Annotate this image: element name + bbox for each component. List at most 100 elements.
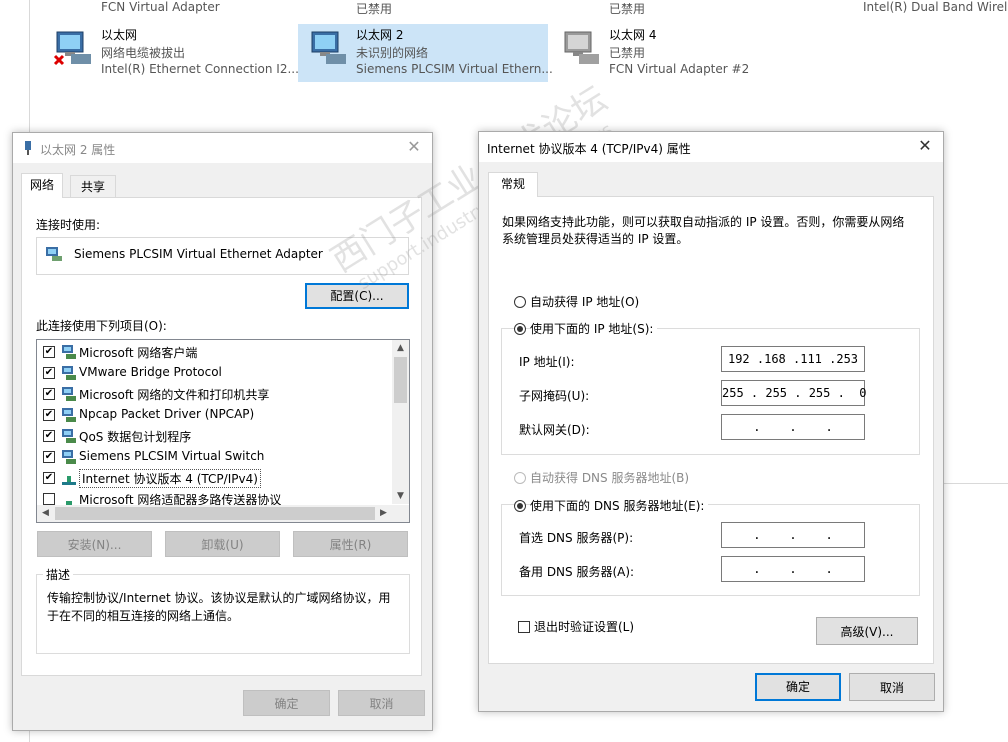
item-checkbox[interactable] [43,493,55,505]
top-adapter-4: Intel(R) Dual Band Wirele [863,0,1008,14]
top-adapter-1: FCN Virtual Adapter [101,0,220,14]
manual-dns-label: 使用下面的 DNS 服务器地址(E): [530,497,709,514]
item-label: Siemens PLCSIM Virtual Switch [79,449,265,463]
adapter-name: Siemens PLCSIM Virtual Ethernet Adapter [74,247,323,261]
item-checkbox[interactable]: ✔ [43,388,55,400]
item-checkbox[interactable]: ✔ [43,472,55,484]
network-adapter-disabled-icon [564,31,599,64]
network-client-icon [62,366,76,380]
preferred-dns-label: 首选 DNS 服务器(P): [519,531,634,545]
top-adapter-3: 已禁用 [609,2,646,16]
cancel-button[interactable]: 取消 [338,690,425,716]
preferred-dns-field[interactable]: . . . [721,522,865,548]
description-group-label: 描述 [43,566,74,583]
item-label: VMware Bridge Protocol [79,365,222,379]
dialog-titlebar: 以太网 2 属性 ✕ [13,133,432,163]
install-button[interactable]: 安装(N)... [37,531,152,557]
connection-name: 以太网 4 [609,28,657,42]
ipv4-properties-dialog: Internet 协议版本 4 (TCP/IPv4) 属性 ✕ 常规 如果网络支… [478,131,944,712]
item-label: Npcap Packet Driver (NPCAP) [79,407,255,421]
manual-ip-label: 使用下面的 IP 地址(S): [530,320,658,337]
items-list[interactable]: ✔ Microsoft 网络客户端 ✔ VMware Bridge Protoc… [36,339,410,523]
background-divider-right [944,483,1008,484]
properties-button[interactable]: 属性(R) [293,531,408,557]
item-checkbox[interactable]: ✔ [43,451,55,463]
dialog-title: Internet 协议版本 4 (TCP/IPv4) 属性 [487,142,691,156]
validate-checkbox[interactable] [518,621,530,633]
connect-using-label: 连接时使用: [36,218,101,232]
hscrollbar-thumb[interactable] [55,507,375,520]
adapter-field: Siemens PLCSIM Virtual Ethernet Adapter [36,237,409,275]
auto-ip-radio[interactable] [514,296,526,308]
general-tab-panel: 如果网络支持此功能，则可以获取自动指派的 IP 设置。否则，你需要从网络系统管理… [488,196,934,664]
dns-group [501,504,920,596]
item-label: Internet 协议版本 4 (TCP/IPv4) [79,469,261,488]
dialog-titlebar: Internet 协议版本 4 (TCP/IPv4) 属性 ✕ [479,132,943,162]
connection-name: 以太网 [101,28,138,42]
dialog-title: 以太网 2 属性 [40,143,116,157]
item-label: QoS 数据包计划程序 [79,430,192,444]
connection-ethernet-4[interactable]: 以太网 4 已禁用 FCN Virtual Adapter #2 [551,24,801,82]
item-checkbox[interactable]: ✔ [43,367,55,379]
item-label: Microsoft 网络客户端 [79,346,198,360]
horizontal-scrollbar[interactable]: ◀ ▶ [37,505,409,522]
ok-button[interactable]: 确定 [755,673,841,701]
scrollbar-thumb[interactable] [394,357,407,403]
network-client-icon [62,429,76,443]
tab-network[interactable]: 网络 [21,173,63,198]
close-icon[interactable]: ✕ [406,139,422,155]
network-client-icon [62,387,76,401]
connection-name: 以太网 2 [356,28,404,42]
ethernet-icon [25,141,31,155]
description-text: 传输控制协议/Internet 协议。该协议是默认的广域网络协议，用于在不同的相… [47,591,391,623]
advanced-button[interactable]: 高级(V)... [816,617,918,645]
ip-address-field[interactable]: 192 .168 .111 .253 [721,346,865,372]
items-label: 此连接使用下列项目(O): [36,319,167,333]
default-gateway-field[interactable]: . . . [721,414,865,440]
ip-address-label: IP 地址(I): [519,355,575,369]
alternate-dns-label: 备用 DNS 服务器(A): [519,565,635,579]
scroll-up-icon[interactable]: ▲ [392,340,409,356]
uninstall-button[interactable]: 卸载(U) [165,531,280,557]
scroll-right-icon[interactable]: ▶ [375,505,392,522]
close-icon[interactable]: ✕ [917,138,933,154]
protocol-icon [62,476,76,485]
scroll-down-icon[interactable]: ▼ [392,488,409,504]
subnet-mask-field[interactable]: 255 . 255 . 255 . 0 [721,380,867,406]
network-client-icon [62,450,76,464]
ethernet-properties-dialog: 以太网 2 属性 ✕ 网络 共享 连接时使用: Siemens PLCSIM V… [12,132,433,731]
connection-status: 已禁用 [609,46,646,60]
connection-adapter: Intel(R) Ethernet Connection I2... [101,62,299,76]
auto-dns-label: 自动获得 DNS 服务器地址(B) [530,471,690,485]
connection-ethernet[interactable]: 以太网 网络电缆被拔出 Intel(R) Ethernet Connection… [43,24,299,82]
item-checkbox[interactable]: ✔ [43,409,55,421]
scroll-left-icon[interactable]: ◀ [37,505,54,522]
cancel-button[interactable]: 取消 [849,673,935,701]
tab-general[interactable]: 常规 [488,172,538,197]
item-checkbox[interactable]: ✔ [43,430,55,442]
manual-dns-radio[interactable] [514,500,526,512]
auto-ip-label: 自动获得 IP 地址(O) [530,295,640,309]
manual-ip-radio[interactable] [514,323,526,335]
connection-ethernet-2[interactable]: 以太网 2 未识别的网络 Siemens PLCSIM Virtual Ethe… [298,24,553,82]
ok-button[interactable]: 确定 [243,690,330,716]
connection-status: 网络电缆被拔出 [101,46,186,60]
auto-dns-radio[interactable] [514,472,526,484]
network-client-icon [62,345,76,359]
network-adapter-icon [53,31,91,66]
connection-adapter: FCN Virtual Adapter #2 [609,62,750,76]
network-adapter-icon [311,31,346,64]
vertical-scrollbar[interactable]: ▲ ▼ [392,340,409,504]
subnet-mask-label: 子网掩码(U): [519,389,590,403]
tab-sharing[interactable]: 共享 [70,175,116,198]
alternate-dns-field[interactable]: . . . [721,556,865,582]
adapter-icon [46,247,62,261]
description-group: 描述 传输控制协议/Internet 协议。该协议是默认的广域网络协议，用于在不… [36,566,410,654]
connection-status: 未识别的网络 [356,46,429,60]
item-checkbox[interactable]: ✔ [43,346,55,358]
default-gateway-label: 默认网关(D): [519,423,590,437]
top-adapter-2: 已禁用 [356,2,393,16]
configure-button[interactable]: 配置(C)... [305,283,409,309]
connection-adapter: Siemens PLCSIM Virtual Ethern... [356,62,553,76]
intro-text: 如果网络支持此功能，则可以获取自动指派的 IP 设置。否则，你需要从网络系统管理… [502,215,905,246]
